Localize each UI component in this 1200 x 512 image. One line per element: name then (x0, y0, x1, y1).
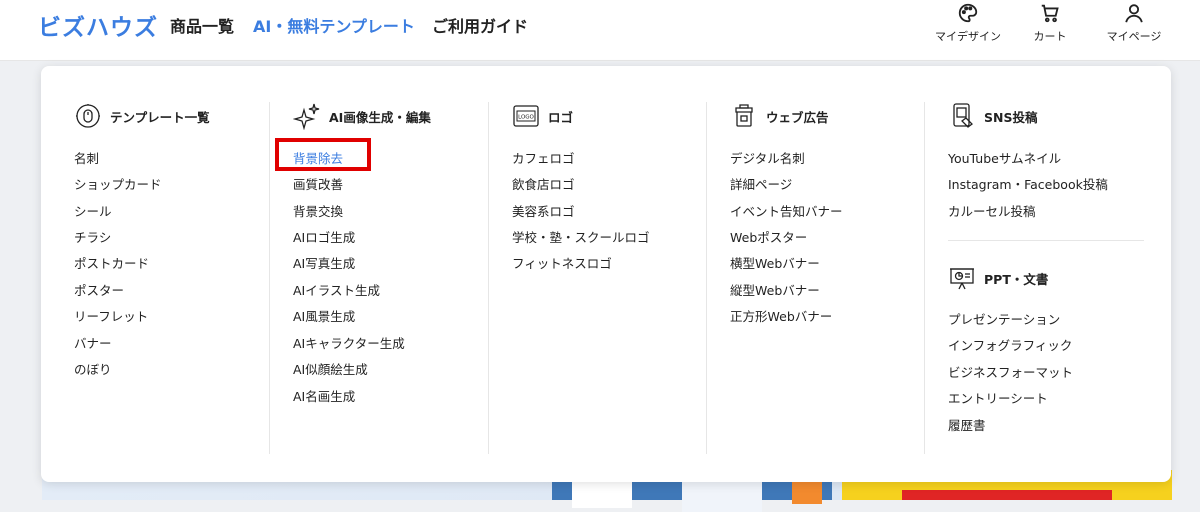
menu-item-square-banner[interactable]: 正方形Webバナー (730, 306, 832, 325)
menu-column-templates: テンプレート一覧 名刺 ショップカード シール チラシ ポストカード ポスター … (74, 66, 274, 456)
nav-products[interactable]: 商品一覧 (170, 13, 234, 37)
column-divider (269, 102, 270, 454)
my-page-label: マイページ (1106, 30, 1162, 43)
site-header: ビズハウズ 商品一覧 AI・無料テンプレート ご利用ガイド マイデザイン カート… (0, 0, 1200, 61)
user-icon (1125, 4, 1143, 23)
promo-bar (902, 490, 1112, 500)
mega-menu: テンプレート一覧 名刺 ショップカード シール チラシ ポストカード ポスター … (41, 66, 1171, 482)
menu-item-ai-logo[interactable]: AIロゴ生成 (293, 227, 355, 246)
menu-column-ai: AI画像生成・編集 背景除去 画質改善 背景交換 AIロゴ生成 AI写真生成 A… (293, 66, 493, 456)
menu-item-resume[interactable]: 履歴書 (948, 415, 986, 434)
menu-item-carousel[interactable]: カルーセル投稿 (948, 201, 1036, 220)
template-icon (76, 104, 100, 128)
menu-item-postcard[interactable]: ポストカード (74, 253, 149, 272)
menu-item-instagram-facebook[interactable]: Instagram・Facebook投稿 (948, 174, 1108, 193)
menu-column-web-ads: ウェブ広告 デジタル名刺 詳細ページ イベント告知バナー Webポスター 横型W… (730, 66, 930, 456)
menu-item-fitness-logo[interactable]: フィットネスロゴ (512, 253, 612, 272)
my-page-button[interactable]: マイページ (1094, 2, 1174, 44)
menu-item-ai-photo[interactable]: AI写真生成 (293, 253, 355, 272)
column-divider (706, 102, 707, 454)
sns-icon (953, 103, 973, 128)
menu-item-digital-card[interactable]: デジタル名刺 (730, 148, 805, 167)
column-title: テンプレート一覧 (110, 109, 210, 125)
cart-icon (1041, 4, 1059, 23)
highlight-box (275, 138, 371, 171)
template-card (572, 478, 632, 508)
column-header[interactable]: ウェブ広告 (730, 102, 829, 130)
sparkle-icon (293, 103, 320, 130)
column-header[interactable]: テンプレート一覧 (74, 102, 210, 130)
nav-ai-templates[interactable]: AI・無料テンプレート (253, 13, 415, 37)
column-header[interactable]: AI画像生成・編集 (293, 102, 431, 130)
menu-item-youtube-thumbnail[interactable]: YouTubeサムネイル (948, 148, 1061, 167)
menu-item-image-enhance[interactable]: 画質改善 (293, 174, 343, 193)
menu-item-horizontal-banner[interactable]: 横型Webバナー (730, 253, 820, 272)
menu-item-ai-portrait[interactable]: AI似顔絵生成 (293, 359, 368, 378)
cart-button[interactable]: カート (1010, 2, 1090, 44)
menu-item-restaurant-logo[interactable]: 飲食店ロゴ (512, 174, 575, 193)
menu-item-background-swap[interactable]: 背景交換 (293, 201, 343, 220)
menu-item-leaflet[interactable]: リーフレット (74, 306, 148, 325)
presentation-icon (950, 268, 974, 290)
column-header[interactable]: SNS投稿 (948, 102, 1037, 130)
menu-item-ai-masterpiece[interactable]: AI名画生成 (293, 386, 355, 405)
cart-label: カート (1033, 30, 1067, 43)
column-title: SNS投稿 (984, 109, 1038, 125)
menu-item-sticker[interactable]: シール (74, 201, 112, 220)
menu-item-nobori[interactable]: のぼり (74, 359, 112, 378)
menu-item-poster[interactable]: ポスター (74, 280, 124, 299)
menu-item-ai-character[interactable]: AIキャラクター生成 (293, 333, 405, 352)
menu-item-school-logo[interactable]: 学校・塾・スクールロゴ (512, 227, 650, 246)
column-subheader[interactable]: PPT・文書 (948, 264, 1048, 292)
column-title: ロゴ (548, 109, 574, 125)
column-title: PPT・文書 (984, 271, 1049, 287)
menu-item-presentation[interactable]: プレゼンテーション (948, 309, 1060, 328)
menu-item-business-card[interactable]: 名刺 (74, 148, 99, 167)
site-logo[interactable]: ビズハウズ (38, 8, 158, 42)
my-design-button[interactable]: マイデザイン (928, 2, 1008, 44)
menu-item-detail-page[interactable]: 詳細ページ (730, 174, 792, 193)
menu-item-cafe-logo[interactable]: カフェロゴ (512, 148, 575, 167)
column-divider (488, 102, 489, 454)
svg-text:LOGO: LOGO (518, 115, 534, 121)
menu-item-ai-illustration[interactable]: AIイラスト生成 (293, 280, 380, 299)
menu-item-infographic[interactable]: インフォグラフィック (948, 335, 1072, 354)
palette-icon (958, 3, 978, 23)
menu-item-ai-landscape[interactable]: AI風景生成 (293, 306, 355, 325)
menu-item-vertical-banner[interactable]: 縦型Webバナー (730, 280, 820, 299)
menu-item-banner[interactable]: バナー (74, 333, 112, 352)
nav-guide[interactable]: ご利用ガイド (432, 13, 528, 37)
menu-item-entry-sheet[interactable]: エントリーシート (948, 388, 1048, 407)
menu-item-beauty-logo[interactable]: 美容系ロゴ (512, 201, 575, 220)
column-header[interactable]: LOGO ロゴ (512, 102, 573, 130)
my-design-label: マイデザイン (935, 30, 1001, 43)
menu-item-business-format[interactable]: ビジネスフォーマット (948, 362, 1073, 381)
logo-icon: LOGO (513, 105, 539, 127)
menu-item-shop-card[interactable]: ショップカード (74, 174, 162, 193)
column-title: AI画像生成・編集 (329, 109, 431, 125)
menu-item-web-poster[interactable]: Webポスター (730, 227, 807, 246)
section-divider (948, 240, 1144, 241)
column-divider (924, 102, 925, 454)
menu-column-sns: SNS投稿 YouTubeサムネイル Instagram・Facebook投稿 … (948, 66, 1148, 456)
column-title: ウェブ広告 (766, 109, 829, 125)
menu-item-event-banner[interactable]: イベント告知バナー (730, 201, 843, 220)
web-ad-icon (735, 104, 753, 127)
menu-item-flyer[interactable]: チラシ (74, 227, 111, 246)
template-card (682, 482, 762, 512)
menu-column-logo: LOGO ロゴ カフェロゴ 飲食店ロゴ 美容系ロゴ 学校・塾・スクールロゴ フィ… (512, 66, 712, 456)
